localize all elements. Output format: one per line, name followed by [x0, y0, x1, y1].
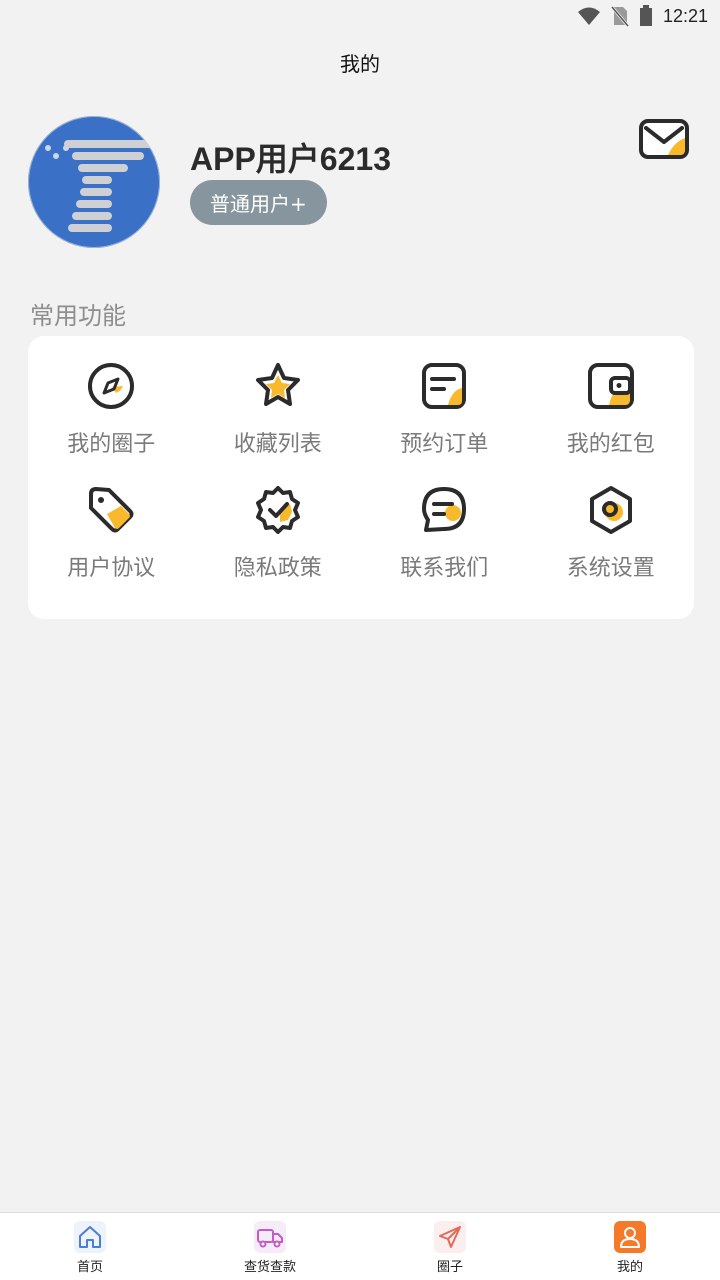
function-label: 我的红包	[566, 432, 655, 457]
badge-check-icon	[255, 486, 300, 534]
functions-card: 我的圈子 收藏列表 预约订单 我的红包 用户协议 隐私政策 联系我们 系统设置	[28, 336, 694, 619]
tab-circle[interactable]: 圈子	[360, 1213, 540, 1280]
tab-label: 首页	[76, 1260, 103, 1275]
function-label: 隐私政策	[233, 556, 322, 581]
note-icon	[422, 363, 467, 409]
truck-icon	[257, 1229, 283, 1248]
function-label: 用户协议	[67, 556, 156, 581]
mail-icon	[639, 119, 689, 159]
battery-icon	[639, 5, 652, 26]
page-title: 我的	[340, 51, 380, 76]
tab-label: 查货查款	[243, 1260, 296, 1275]
home-icon	[79, 1226, 101, 1248]
function-label: 系统设置	[566, 556, 655, 581]
tab-mine[interactable]: 我的	[540, 1213, 720, 1280]
function-contact-us[interactable]: 联系我们	[361, 484, 528, 608]
user-icon	[620, 1227, 640, 1248]
function-my-circle[interactable]: 我的圈子	[28, 360, 195, 484]
user-level-badge[interactable]: 普通用户+	[190, 180, 327, 225]
bottom-tab-bar: 首页 查货查款 圈子 我的	[0, 1212, 720, 1280]
function-favorites[interactable]: 收藏列表	[195, 360, 362, 484]
function-orders[interactable]: 预约订单	[361, 360, 528, 484]
wifi-icon	[577, 7, 600, 25]
function-system-settings[interactable]: 系统设置	[528, 484, 695, 608]
function-user-agreement[interactable]: 用户协议	[28, 484, 195, 608]
paper-plane-icon	[439, 1226, 461, 1248]
no-sim-icon	[610, 6, 629, 27]
tab-label: 圈子	[436, 1260, 463, 1275]
compass-icon	[88, 363, 135, 409]
function-red-packet[interactable]: 我的红包	[528, 360, 695, 484]
function-label: 联系我们	[400, 556, 489, 581]
avatar-logo-icon	[45, 140, 154, 232]
tab-label: 我的	[616, 1260, 643, 1275]
function-label: 预约订单	[400, 432, 489, 457]
section-title: 常用功能	[30, 302, 126, 330]
message-button[interactable]	[638, 118, 692, 162]
tag-icon	[89, 487, 134, 533]
tab-track[interactable]: 查货查款	[180, 1213, 360, 1280]
chat-icon	[422, 487, 467, 532]
function-privacy-policy[interactable]: 隐私政策	[195, 484, 362, 608]
title-bar: 我的	[0, 32, 720, 92]
function-label: 收藏列表	[233, 432, 322, 457]
username: APP用户6213	[190, 141, 391, 177]
avatar[interactable]	[28, 116, 160, 248]
star-icon	[255, 363, 300, 406]
settings-hexagon-icon	[589, 486, 632, 534]
status-time: 12:21	[662, 5, 708, 26]
tab-home[interactable]: 首页	[0, 1213, 180, 1280]
function-label: 我的圈子	[67, 432, 156, 457]
profile-section: APP用户6213 普通用户+	[0, 92, 720, 272]
wallet-icon	[587, 363, 634, 409]
status-bar: 12:21	[0, 0, 720, 32]
